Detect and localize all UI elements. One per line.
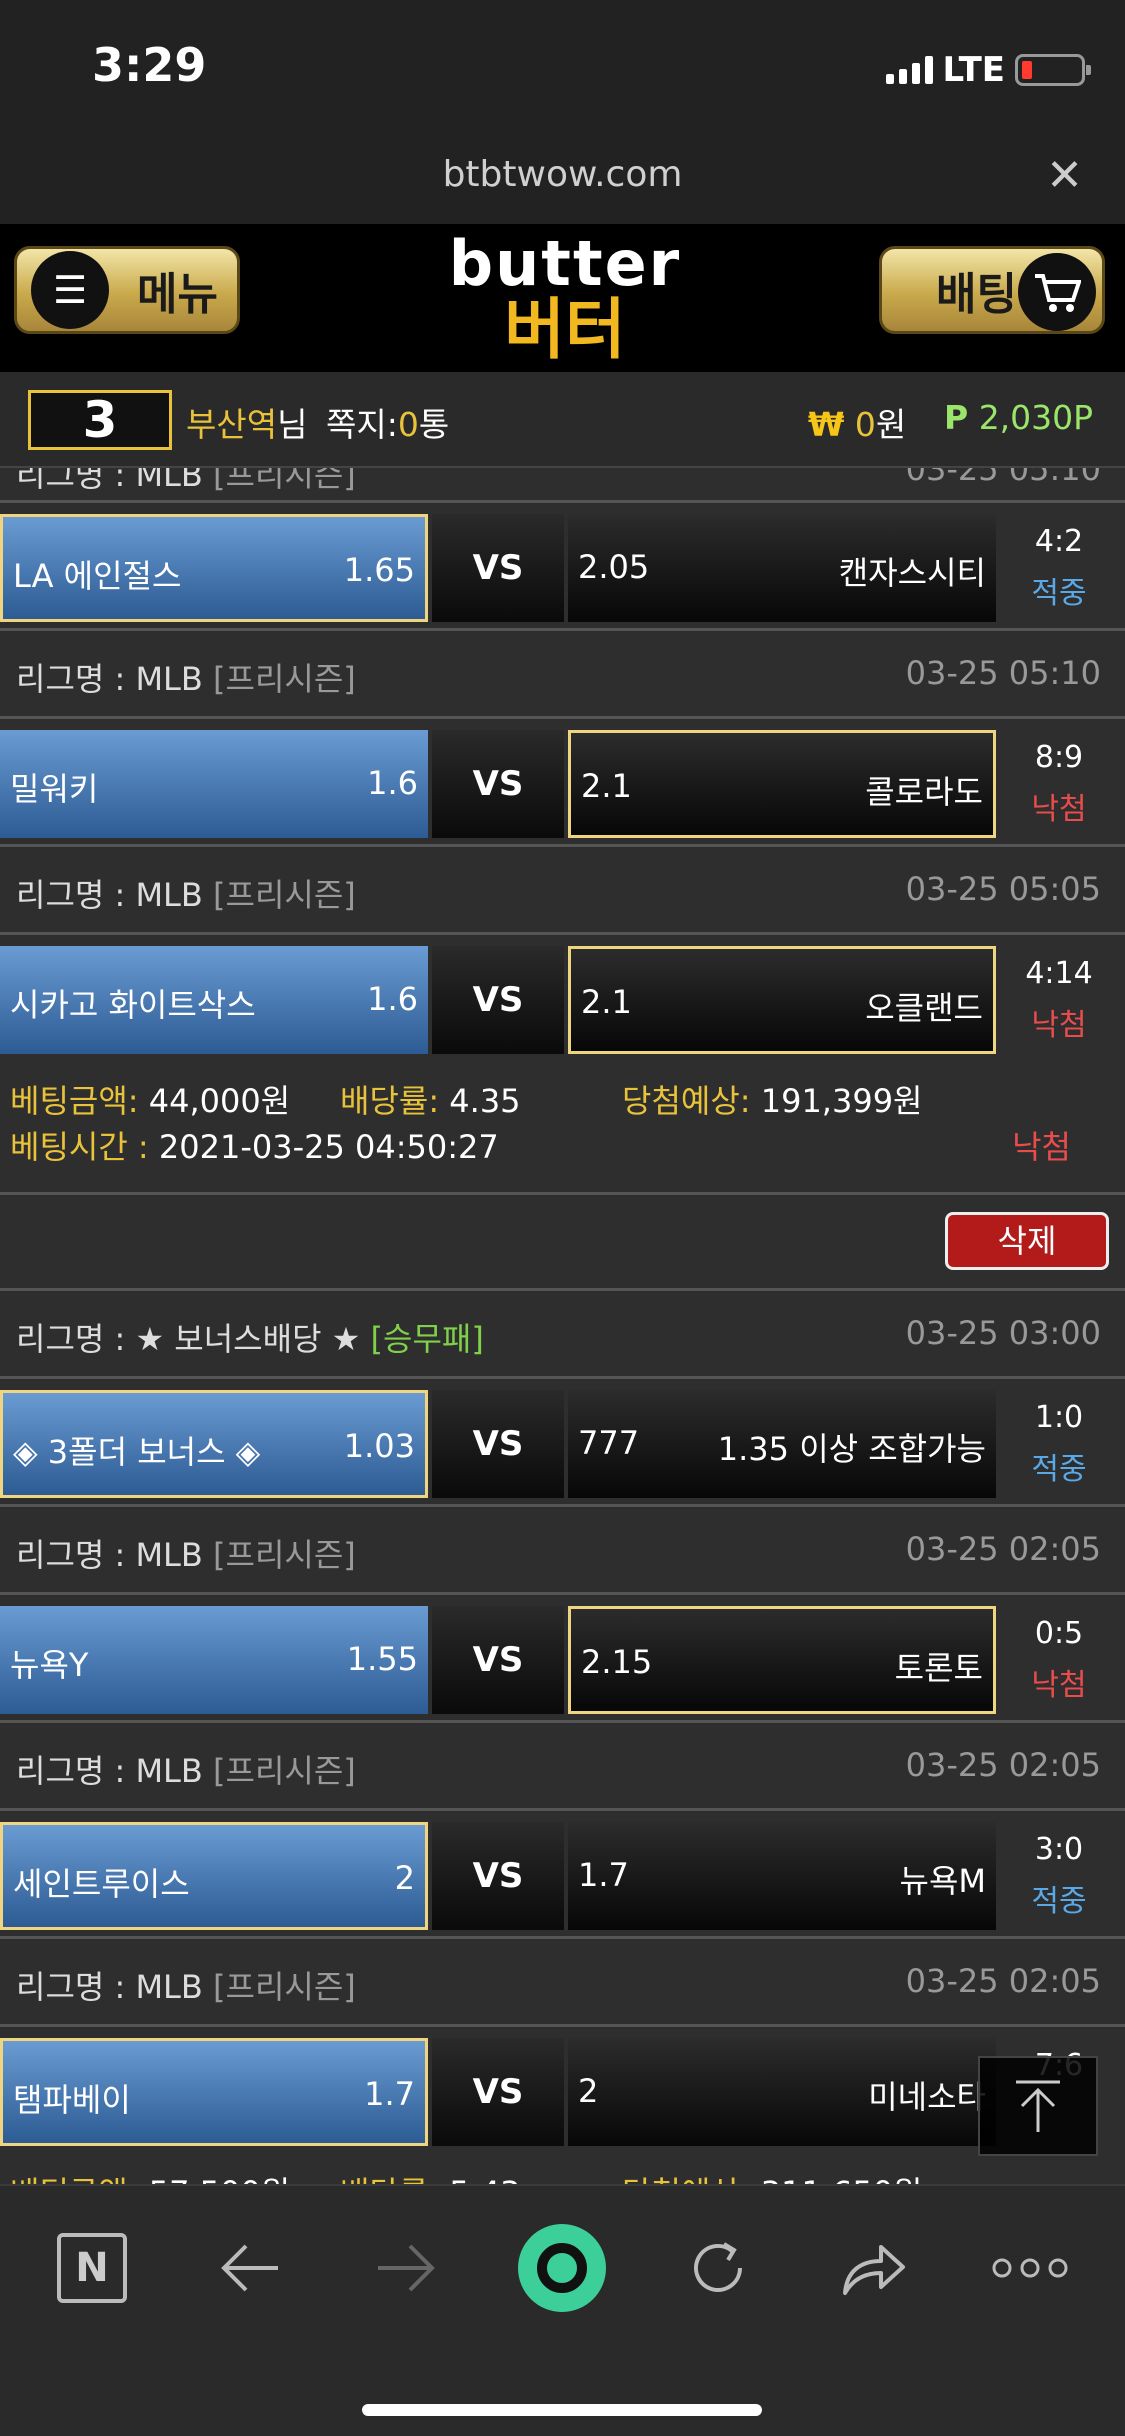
menu-label: 메뉴 (137, 269, 218, 320)
logo[interactable]: butter 버터 (420, 230, 710, 366)
away-team-pick[interactable]: 1.7 뉴욕M (568, 1822, 996, 1930)
user-info-bar: 3 부산역님 쪽지:0통 ₩ 0원 P 2,030P (0, 372, 1125, 468)
status-indicators: LTE (885, 50, 1091, 90)
level-badge: 3 (28, 390, 172, 450)
back-arrow-icon (221, 2244, 278, 2292)
close-icon[interactable]: ✕ (1046, 150, 1083, 201)
home-indicator (362, 2404, 762, 2416)
signal-icon (885, 56, 933, 84)
reload-button[interactable] (668, 2218, 768, 2318)
home-circle-icon (518, 2224, 606, 2312)
league-row: 리그명 : ★ 보너스배당 ★ [승무패] 03-25 03:00 (16, 1314, 1101, 1358)
league-row: 리그명 : MLB [프리시즌] 03-25 02:05 (16, 1962, 1101, 2006)
league-row: 리그명 : MLB [프리시즌] 03-25 02:05 (16, 1530, 1101, 1574)
vs-label: VS (432, 1390, 564, 1498)
home-team-pick[interactable]: 세인트루이스 2 (0, 1822, 428, 1930)
away-team-pick[interactable]: 2.1 콜로라도 (568, 730, 996, 838)
vs-label: VS (432, 2038, 564, 2146)
away-team-pick[interactable]: 2 미네소타 (568, 2038, 996, 2146)
home-team-pick[interactable]: 뉴욕Y 1.55 (0, 1606, 428, 1714)
league-row: 리그명 : MLB [프리시즌] 03-25 05:05 (16, 870, 1101, 914)
money-balance: ₩ 0원 (808, 405, 907, 444)
match-result: 0:5 낙첨 (1031, 1616, 1087, 1703)
vs-label: VS (432, 514, 564, 622)
status-time: 3:29 (92, 38, 207, 92)
away-team-pick[interactable]: 2.15 토론토 (568, 1606, 996, 1714)
match-result: 8:9 낙첨 (1031, 740, 1087, 827)
match-row: 뉴욕Y 1.55 VS 2.15 토론토 0:5 낙첨 (0, 1606, 1125, 1714)
menu-list-icon: ☰ (31, 251, 109, 329)
home-team-pick[interactable]: ◈ 3폴더 보너스 ◈ 1.03 (0, 1390, 428, 1498)
site-header: ☰ 메뉴 butter 버터 배팅 (0, 224, 1125, 372)
points-balance: P 2,030P (944, 398, 1094, 437)
bet-slip-button[interactable]: 배팅 (879, 246, 1105, 334)
browser-url-bar: btbtwow.com ✕ (0, 140, 1125, 224)
battery-icon (1015, 54, 1091, 86)
away-team-pick[interactable]: 2.05 캔자스시티 (568, 514, 996, 622)
league-row: 리그명 : MLB [프리시즌] 03-25 05:10 (16, 468, 1101, 494)
home-team-pick[interactable]: 시카고 화이트삭스 1.6 (0, 946, 428, 1054)
match-result: 4:2 적중 (1031, 524, 1087, 611)
home-team-pick[interactable]: LA 에인절스 1.65 (0, 514, 428, 622)
reload-icon (694, 2242, 742, 2292)
scroll-top-button[interactable] (978, 2056, 1098, 2156)
url-text[interactable]: btbtwow.com (0, 154, 1125, 195)
vs-label: VS (432, 946, 564, 1054)
menu-button[interactable]: ☰ 메뉴 (14, 246, 240, 334)
user-name: 부산역님 (186, 405, 308, 444)
status-bar: 3:29 LTE (0, 0, 1125, 140)
logo-en: butter (448, 227, 682, 300)
shopping-cart-icon (1018, 253, 1096, 331)
vs-label: VS (432, 1606, 564, 1714)
bet-history-list[interactable]: 리그명 : MLB [프리시즌] 03-25 05:10 LA 에인절스 1.65… (0, 468, 1125, 2184)
match-result: 4:14 낙첨 (1025, 956, 1093, 1043)
vs-label: VS (432, 1822, 564, 1930)
match-row: 시카고 화이트삭스 1.6 VS 2.1 오클랜드 4:14 낙첨 (0, 946, 1125, 1054)
match-row: 밀워키 1.6 VS 2.1 콜로라도 8:9 낙첨 (0, 730, 1125, 838)
messages-link[interactable]: 쪽지:0통 (326, 398, 449, 446)
match-result: 1:0 적중 (1031, 1400, 1087, 1487)
bet-label: 배팅 (936, 269, 1017, 320)
points-icon: P (944, 398, 969, 437)
home-team-pick[interactable]: 탬파베이 1.7 (0, 2038, 428, 2146)
league-row: 리그명 : MLB [프리시즌] 03-25 05:10 (16, 654, 1101, 698)
naver-icon: N (57, 2233, 127, 2303)
match-row: LA 에인절스 1.65 VS 2.05 캔자스시티 4:2 적중 (0, 514, 1125, 622)
away-team-pick[interactable]: 777 1.35 이상 조합가능 (568, 1390, 996, 1498)
home-button[interactable] (512, 2218, 612, 2318)
league-row: 리그명 : MLB [프리시즌] 03-25 02:05 (16, 1746, 1101, 1790)
match-row: 탬파베이1.7 VS 2미네소타 7:6 (0, 2038, 1125, 2146)
vs-label: VS (432, 730, 564, 838)
browser-toolbar: N (0, 2184, 1125, 2436)
match-row: 세인트루이스 2 VS 1.7 뉴욕M 3:0 적중 (0, 1822, 1125, 1930)
away-team-pick[interactable]: 2.1 오클랜드 (568, 946, 996, 1054)
forward-button[interactable] (356, 2218, 456, 2318)
more-button[interactable] (980, 2218, 1080, 2318)
won-icon: ₩ (808, 405, 845, 444)
forward-arrow-icon (378, 2244, 435, 2292)
bet-result-status: 낙첨 (1012, 1128, 1071, 1166)
logo-ko: 버터 (504, 291, 626, 368)
share-icon (843, 2245, 905, 2295)
share-button[interactable] (824, 2218, 924, 2318)
network-label: LTE (942, 50, 1005, 90)
match-result: 3:0 적중 (1031, 1832, 1087, 1919)
home-team-pick[interactable]: 밀워키 1.6 (0, 730, 428, 838)
match-row: ◈ 3폴더 보너스 ◈ 1.03 VS 777 1.35 이상 조합가능 1:0 적중 (0, 1390, 1125, 1498)
back-button[interactable] (200, 2218, 300, 2318)
naver-button[interactable]: N (42, 2218, 142, 2318)
more-icon (992, 2258, 1068, 2278)
delete-button[interactable]: 삭제 (945, 1212, 1109, 1270)
scroll-top-icon (1016, 2080, 1060, 2132)
